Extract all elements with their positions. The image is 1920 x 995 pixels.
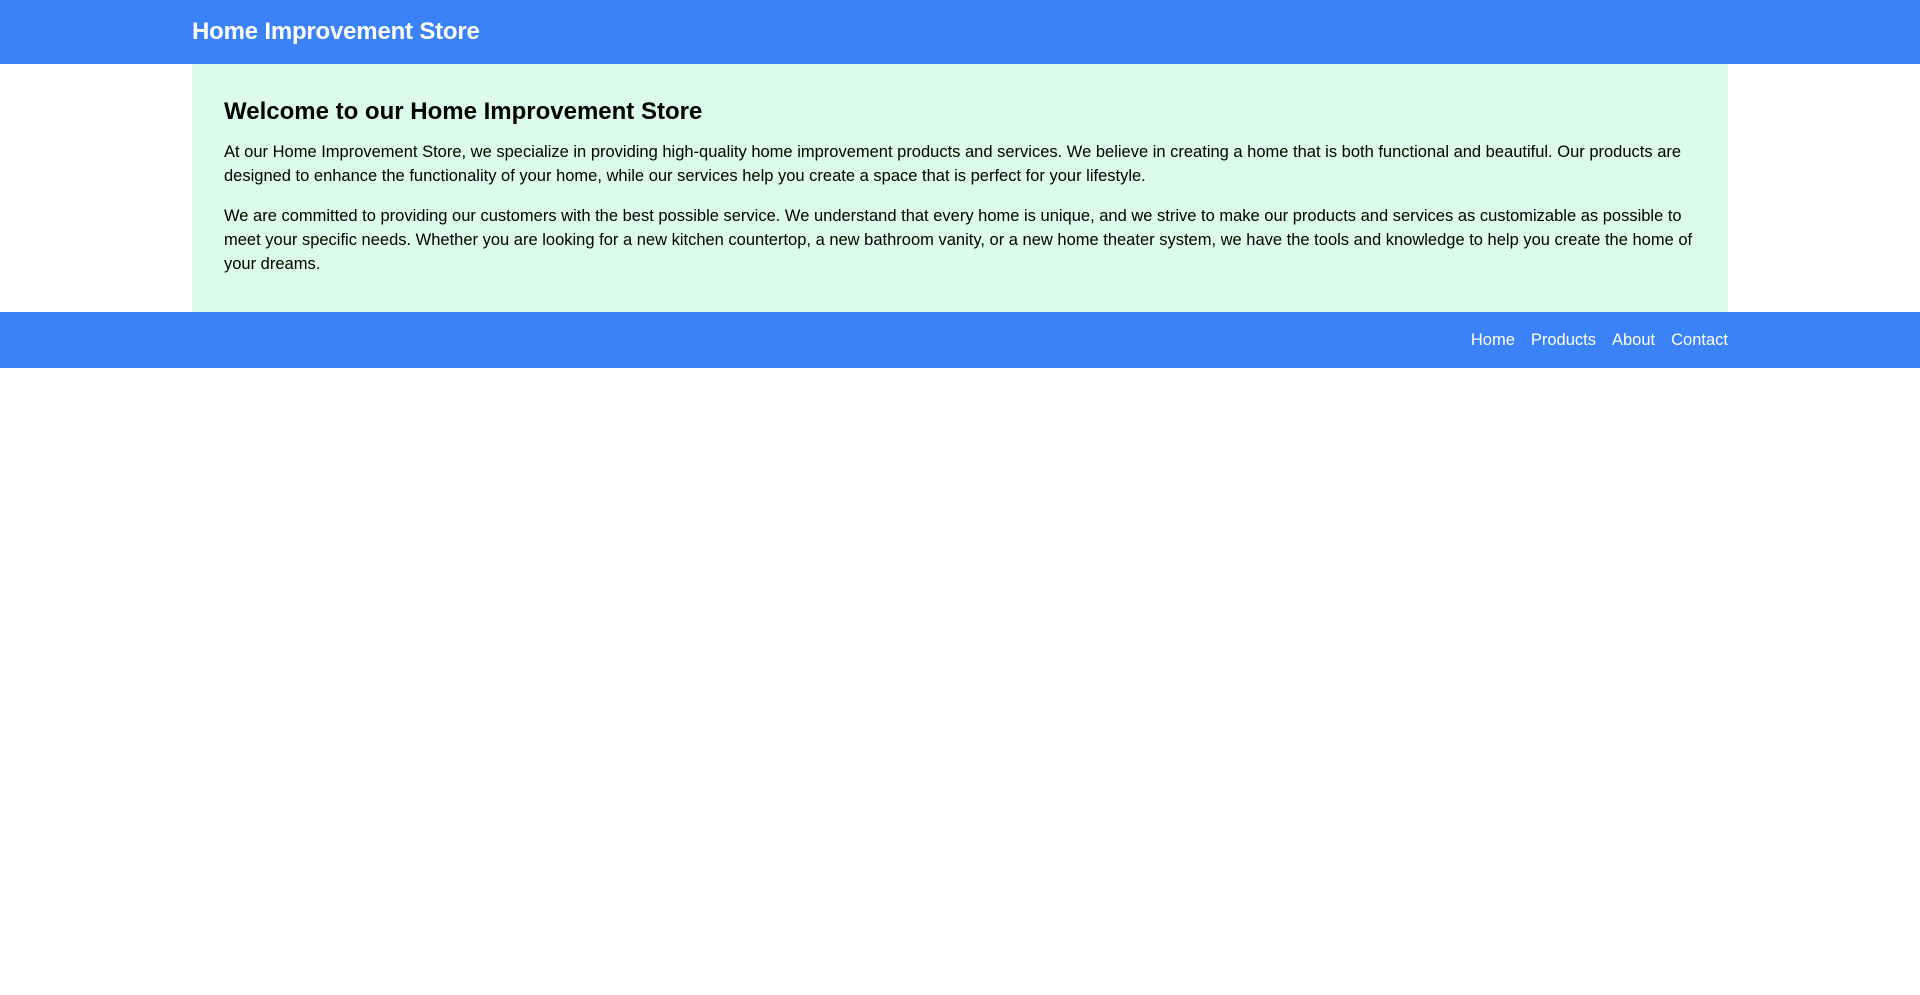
nav-link-products[interactable]: Products [1531,331,1596,350]
commitment-paragraph: We are committed to providing our custom… [224,207,1693,273]
nav-link-home[interactable]: Home [1471,331,1515,350]
main-content: Welcome to our Home Improvement Store At… [192,64,1728,312]
site-footer: Home Products About Contact [0,312,1920,368]
header-container: Home Improvement Store [192,0,1728,64]
site-header: Home Improvement Store [0,0,1920,64]
nav-link-contact[interactable]: Contact [1671,331,1728,350]
welcome-heading: Welcome to our Home Improvement Store [224,98,703,125]
footer-nav: Home Products About Contact [1471,331,1728,350]
intro-paragraph: At our Home Improvement Store, we specia… [224,143,1682,185]
footer-container: Home Products About Contact [192,312,1728,368]
site-title: Home Improvement Store [192,18,480,45]
welcome-section: Welcome to our Home Improvement Store At… [192,64,1728,312]
nav-link-about[interactable]: About [1612,331,1655,350]
